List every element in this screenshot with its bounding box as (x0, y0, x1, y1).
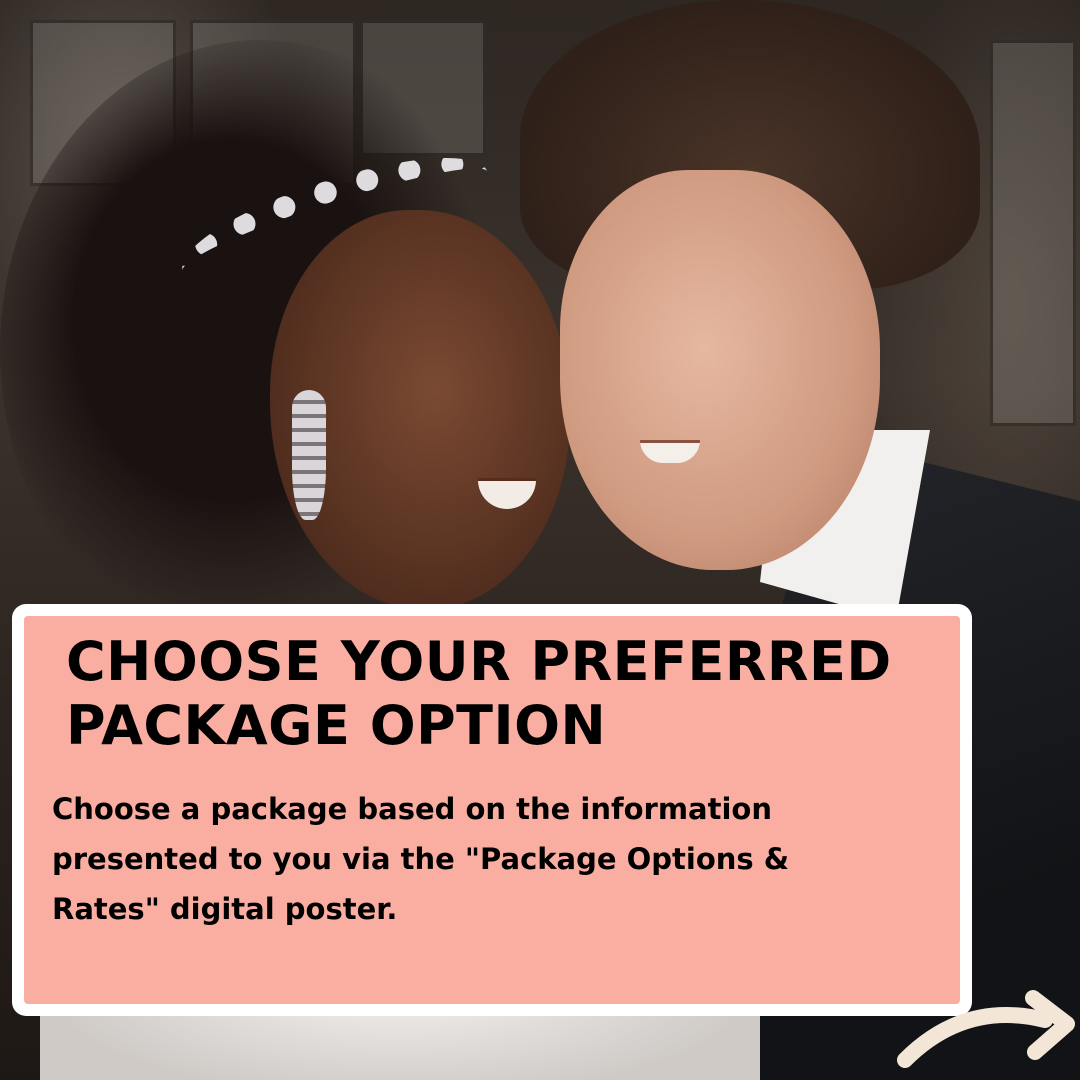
earring (292, 390, 326, 520)
headline-line-2: PACKAGE OPTION (66, 694, 607, 757)
instructions-text: Choose a package based on the informatio… (52, 792, 790, 926)
groom-face (560, 170, 880, 570)
headline: CHOOSE YOUR PREFERRED PACKAGE OPTION (52, 630, 932, 758)
window-pane (990, 40, 1076, 426)
slide: CHOOSE YOUR PREFERRED PACKAGE OPTION Cho… (0, 0, 1080, 1080)
info-card-body: CHOOSE YOUR PREFERRED PACKAGE OPTION Cho… (24, 616, 960, 1004)
curved-arrow-right-icon[interactable] (895, 990, 1080, 1080)
info-card: CHOOSE YOUR PREFERRED PACKAGE OPTION Cho… (12, 604, 972, 1016)
headline-line-1: CHOOSE YOUR PREFERRED (66, 630, 892, 693)
